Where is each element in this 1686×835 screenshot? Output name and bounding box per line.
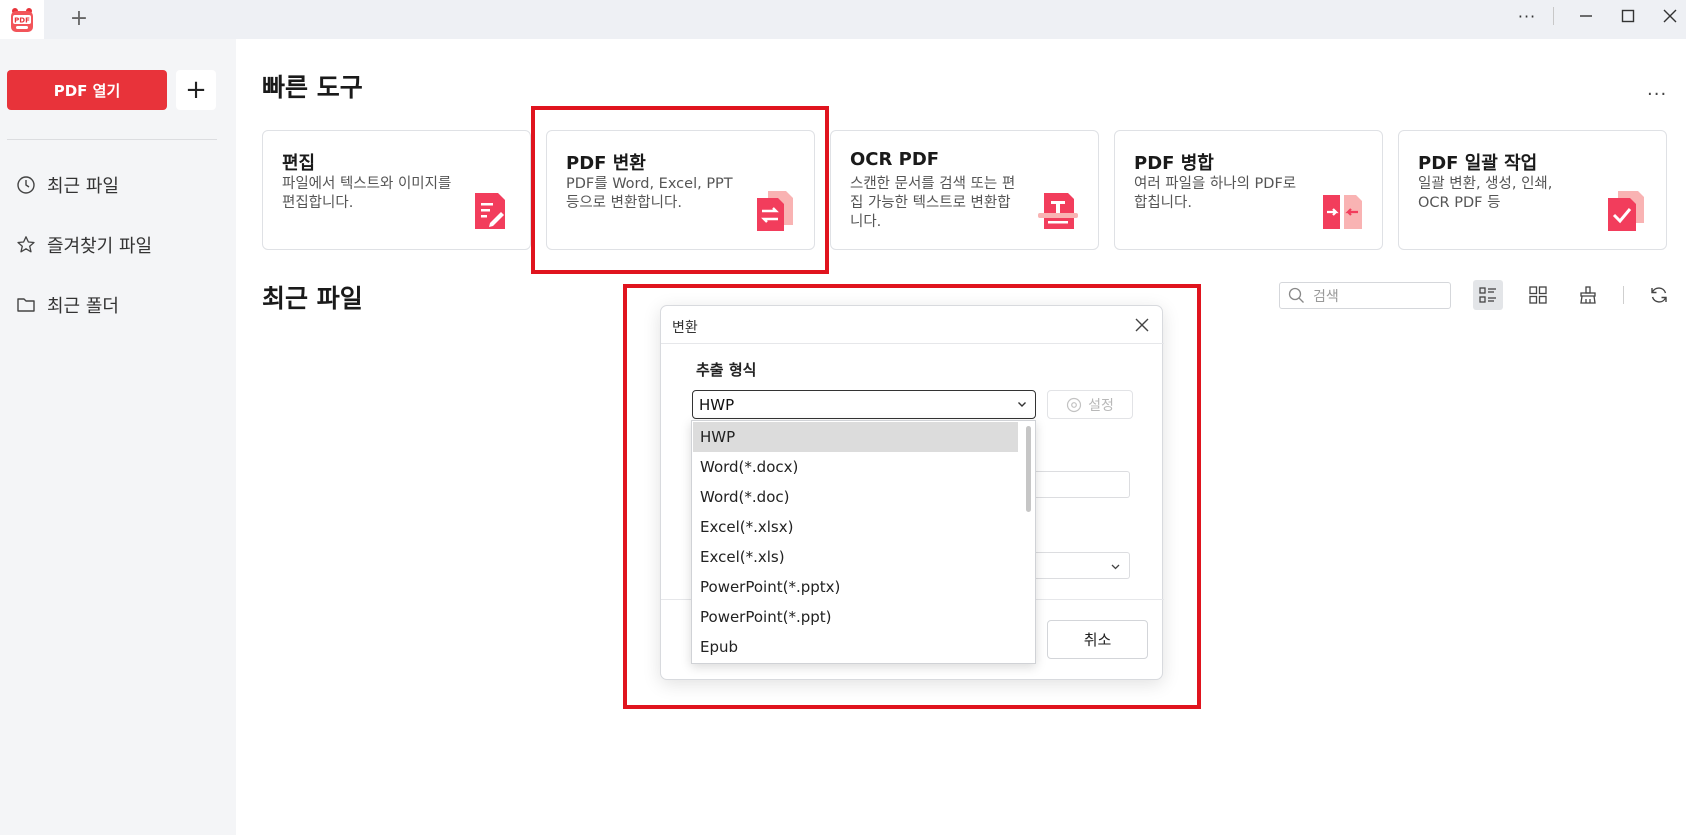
dialog-header-divider [661, 343, 1164, 344]
tool-card-batch[interactable]: PDF 일괄 작업 일괄 변환, 생성, 인쇄, OCR PDF 등 [1398, 130, 1667, 250]
format-select[interactable]: HWP [692, 390, 1036, 419]
edit-icon [475, 193, 505, 229]
cancel-button[interactable]: 취소 [1047, 620, 1148, 659]
close-window-button[interactable] [1650, 0, 1686, 32]
tool-card-title: PDF 병합 [1134, 153, 1214, 174]
dropdown-option-powerpoint-pptx[interactable]: PowerPoint(*.pptx) [693, 572, 1018, 602]
sidebar-item-favorites[interactable]: 즐겨찾기 파일 [16, 230, 152, 260]
sidebar-item-label: 즐겨찾기 파일 [47, 236, 153, 257]
sidebar-divider [7, 139, 217, 140]
close-window-icon [1663, 9, 1677, 23]
tool-card-title: OCR PDF [850, 149, 940, 170]
more-options-icon[interactable]: ··· [1507, 0, 1547, 32]
ocr-icon [1038, 193, 1078, 229]
more-options-label: ··· [1517, 6, 1537, 26]
format-select-value: HWP [699, 395, 735, 414]
dropdown-option-excel-xlsx[interactable]: Excel(*.xlsx) [693, 512, 1018, 542]
sidebar: PDF 열기 + 최근 파일 즐겨찾기 파일 최근 폴더 [0, 39, 236, 835]
search-icon [1288, 287, 1304, 303]
clear-history-button[interactable] [1573, 280, 1603, 310]
tool-card-edit[interactable]: 편집 파일에서 텍스트와 이미지를 편집합니다. [262, 130, 531, 250]
maximize-icon [1621, 9, 1635, 23]
star-icon [17, 236, 35, 253]
app-logo-text: PDF [14, 16, 30, 24]
list-view-icon [1479, 287, 1496, 303]
chevron-down-icon [1111, 564, 1120, 570]
tool-card-desc: 파일에서 텍스트와 이미지를 편집합니다. [282, 176, 452, 211]
clock-icon [17, 176, 35, 194]
batch-icon [1608, 191, 1644, 231]
refresh-icon [1651, 287, 1667, 303]
quick-tools-more-icon[interactable]: ··· [1647, 84, 1667, 105]
quick-tools-title: 빠른 도구 [262, 73, 363, 102]
dropdown-option-word-doc[interactable]: Word(*.doc) [693, 482, 1018, 512]
search-box[interactable]: 검색 [1279, 282, 1451, 309]
grid-view-icon [1529, 286, 1547, 304]
dropdown-option-epub[interactable]: Epub [693, 632, 1018, 662]
format-label: 추출 형식 [696, 361, 757, 379]
dropdown-option-hwp[interactable]: HWP [693, 422, 1018, 452]
tool-card-pdf-merge[interactable]: PDF 병합 여러 파일을 하나의 PDF로 합칩니다. [1114, 130, 1383, 250]
list-view-button[interactable] [1473, 280, 1503, 310]
minimize-button[interactable] [1566, 0, 1606, 32]
search-input[interactable]: 검색 [1313, 286, 1339, 306]
grid-view-button[interactable] [1523, 280, 1553, 310]
tool-card-ocr-pdf[interactable]: OCR PDF 스캔한 문서를 검색 또는 편집 가능한 텍스트로 변환합니다. [830, 130, 1099, 250]
title-bar: PDF + ··· [0, 0, 1686, 39]
tool-card-desc: 일괄 변환, 생성, 인쇄, OCR PDF 등 [1418, 176, 1553, 211]
open-pdf-button[interactable]: PDF 열기 [7, 70, 167, 110]
dropdown-scrollbar[interactable] [1026, 426, 1031, 512]
dropdown-option-word-docx[interactable]: Word(*.docx) [693, 452, 1018, 482]
minimize-icon [1580, 15, 1592, 17]
sidebar-item-recent-files[interactable]: 최근 파일 [16, 170, 119, 200]
broom-icon [1580, 286, 1596, 304]
app-logo-icon: PDF [11, 7, 33, 32]
sidebar-item-recent-folders[interactable]: 최근 폴더 [16, 290, 119, 320]
dropdown-option-excel-xls[interactable]: Excel(*.xls) [693, 542, 1018, 572]
new-tab-button[interactable]: + [66, 6, 92, 32]
chevron-down-icon [1018, 402, 1026, 407]
titlebar-separator [1553, 7, 1554, 25]
settings-button[interactable]: 설정 [1047, 390, 1133, 419]
tool-card-desc: 여러 파일을 하나의 PDF로 합칩니다. [1134, 176, 1297, 211]
recent-files-title: 최근 파일 [262, 284, 363, 313]
dialog-title: 변환 [672, 320, 698, 336]
add-button[interactable]: + [176, 70, 216, 110]
dropdown-option-powerpoint-ppt[interactable]: PowerPoint(*.ppt) [693, 602, 1018, 632]
merge-icon [1323, 195, 1362, 229]
folder-icon [17, 298, 35, 312]
tool-card-title: PDF 일괄 작업 [1418, 153, 1538, 174]
output-path-field[interactable] [1031, 471, 1130, 498]
sidebar-item-label: 최근 파일 [47, 176, 119, 197]
highlight-pdf-convert [531, 106, 829, 274]
gear-icon [1067, 397, 1082, 412]
tool-card-title: 편집 [282, 153, 316, 174]
maximize-button[interactable] [1608, 0, 1648, 32]
refresh-button[interactable] [1644, 280, 1674, 310]
sidebar-item-label: 최근 폴더 [47, 296, 119, 317]
app-tab[interactable]: PDF [0, 0, 44, 39]
close-icon[interactable] [1133, 316, 1151, 334]
tool-card-desc: 스캔한 문서를 검색 또는 편집 가능한 텍스트로 변환합니다. [850, 176, 1016, 230]
format-dropdown-list: HWP Word(*.docx) Word(*.doc) Excel(*.xls… [691, 420, 1036, 664]
toolbar-separator [1623, 286, 1624, 304]
output-option-select[interactable] [1031, 552, 1130, 579]
settings-label: 설정 [1088, 397, 1114, 414]
